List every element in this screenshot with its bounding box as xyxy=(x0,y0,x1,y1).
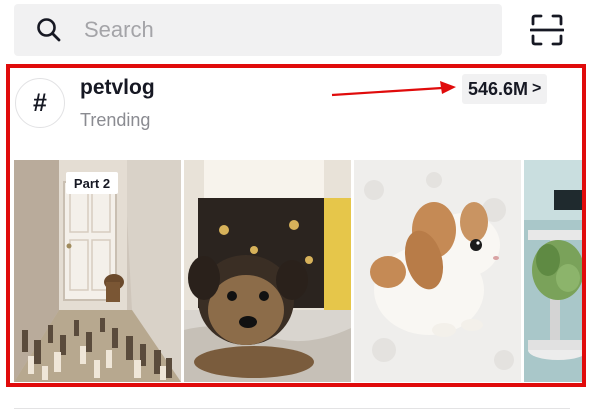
hashtag-row[interactable]: # petvlog Trending 546.6M > xyxy=(14,74,582,144)
video-thumbnail[interactable] xyxy=(184,160,351,382)
divider xyxy=(14,408,570,409)
video-thumbnails: Part 2 xyxy=(14,160,586,382)
hashtag-subtitle: Trending xyxy=(80,110,151,130)
explore-screen: Search # petvlog Trending 546.6M > Part … xyxy=(0,0,596,419)
hashtag-name[interactable]: petvlog xyxy=(80,76,155,100)
scan-icon xyxy=(529,13,565,52)
scan-button[interactable] xyxy=(527,12,567,52)
thumbnail-overlay-text: Part 2 xyxy=(74,176,110,191)
search-input[interactable]: Search xyxy=(84,17,154,43)
hashtag-symbol: # xyxy=(33,88,47,117)
video-thumbnail[interactable]: Part 2 xyxy=(14,160,181,382)
annotation-arrow xyxy=(331,81,456,97)
search-icon xyxy=(36,17,62,43)
view-count-label: 546.6M xyxy=(468,78,529,99)
search-bar[interactable]: Search xyxy=(14,4,502,56)
chevron-right-icon: > xyxy=(532,80,542,97)
view-count-button[interactable]: 546.6M > xyxy=(462,74,548,104)
video-thumbnail[interactable] xyxy=(524,160,586,382)
hashtag-icon: # xyxy=(15,78,65,128)
video-thumbnail[interactable] xyxy=(354,160,521,382)
